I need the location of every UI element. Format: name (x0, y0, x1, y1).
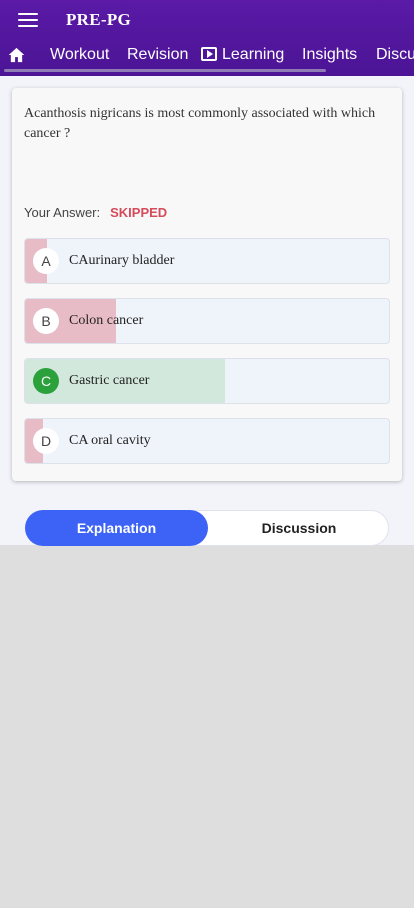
option-c[interactable]: C Gastric cancer (24, 358, 390, 404)
tab-learning-label: Learning (222, 46, 285, 63)
explanation-discussion-toggle: Explanation Discussion (25, 510, 389, 546)
explanation-button[interactable]: Explanation (25, 510, 208, 546)
tab-discussion[interactable]: Discussion (376, 42, 414, 68)
tab-insights[interactable]: Insights (302, 42, 357, 68)
option-d-text: CA oral cavity (69, 433, 151, 448)
option-a-text: CAurinary bladder (69, 253, 175, 268)
tab-workout[interactable]: Workout (50, 42, 109, 68)
your-answer-status: SKIPPED (110, 205, 168, 220)
your-answer-label: Your Answer: (24, 205, 101, 220)
option-b[interactable]: B Colon cancer (24, 298, 390, 344)
option-b-text: Colon cancer (69, 313, 144, 328)
your-answer-row: Your Answer: SKIPPED (24, 205, 167, 220)
option-d-letter: D (33, 428, 59, 454)
content-area: Acanthosis nigricans is most commonly as… (0, 76, 414, 546)
option-c-text: Gastric cancer (69, 373, 150, 388)
discussion-button[interactable]: Discussion (208, 510, 390, 546)
app-title: PRE-PG (66, 10, 132, 29)
option-a[interactable]: A CAurinary bladder (24, 238, 390, 284)
question-text: Acanthosis nigricans is most commonly as… (24, 106, 376, 141)
option-a-letter: A (33, 248, 59, 274)
app-bar: PRE-PG Workout Revision Learning Insight… (0, 0, 414, 76)
home-icon[interactable] (8, 47, 25, 63)
tab-learning[interactable]: Learning (201, 42, 284, 68)
menu-icon[interactable] (18, 13, 38, 27)
tab-scroll-indicator[interactable] (4, 69, 326, 72)
tab-revision[interactable]: Revision (127, 42, 188, 68)
option-d[interactable]: D CA oral cavity (24, 418, 390, 464)
option-c-letter-correct: C (33, 368, 59, 394)
option-b-letter: B (33, 308, 59, 334)
question-card: Acanthosis nigricans is most commonly as… (12, 88, 402, 481)
play-screen-icon (201, 47, 217, 61)
